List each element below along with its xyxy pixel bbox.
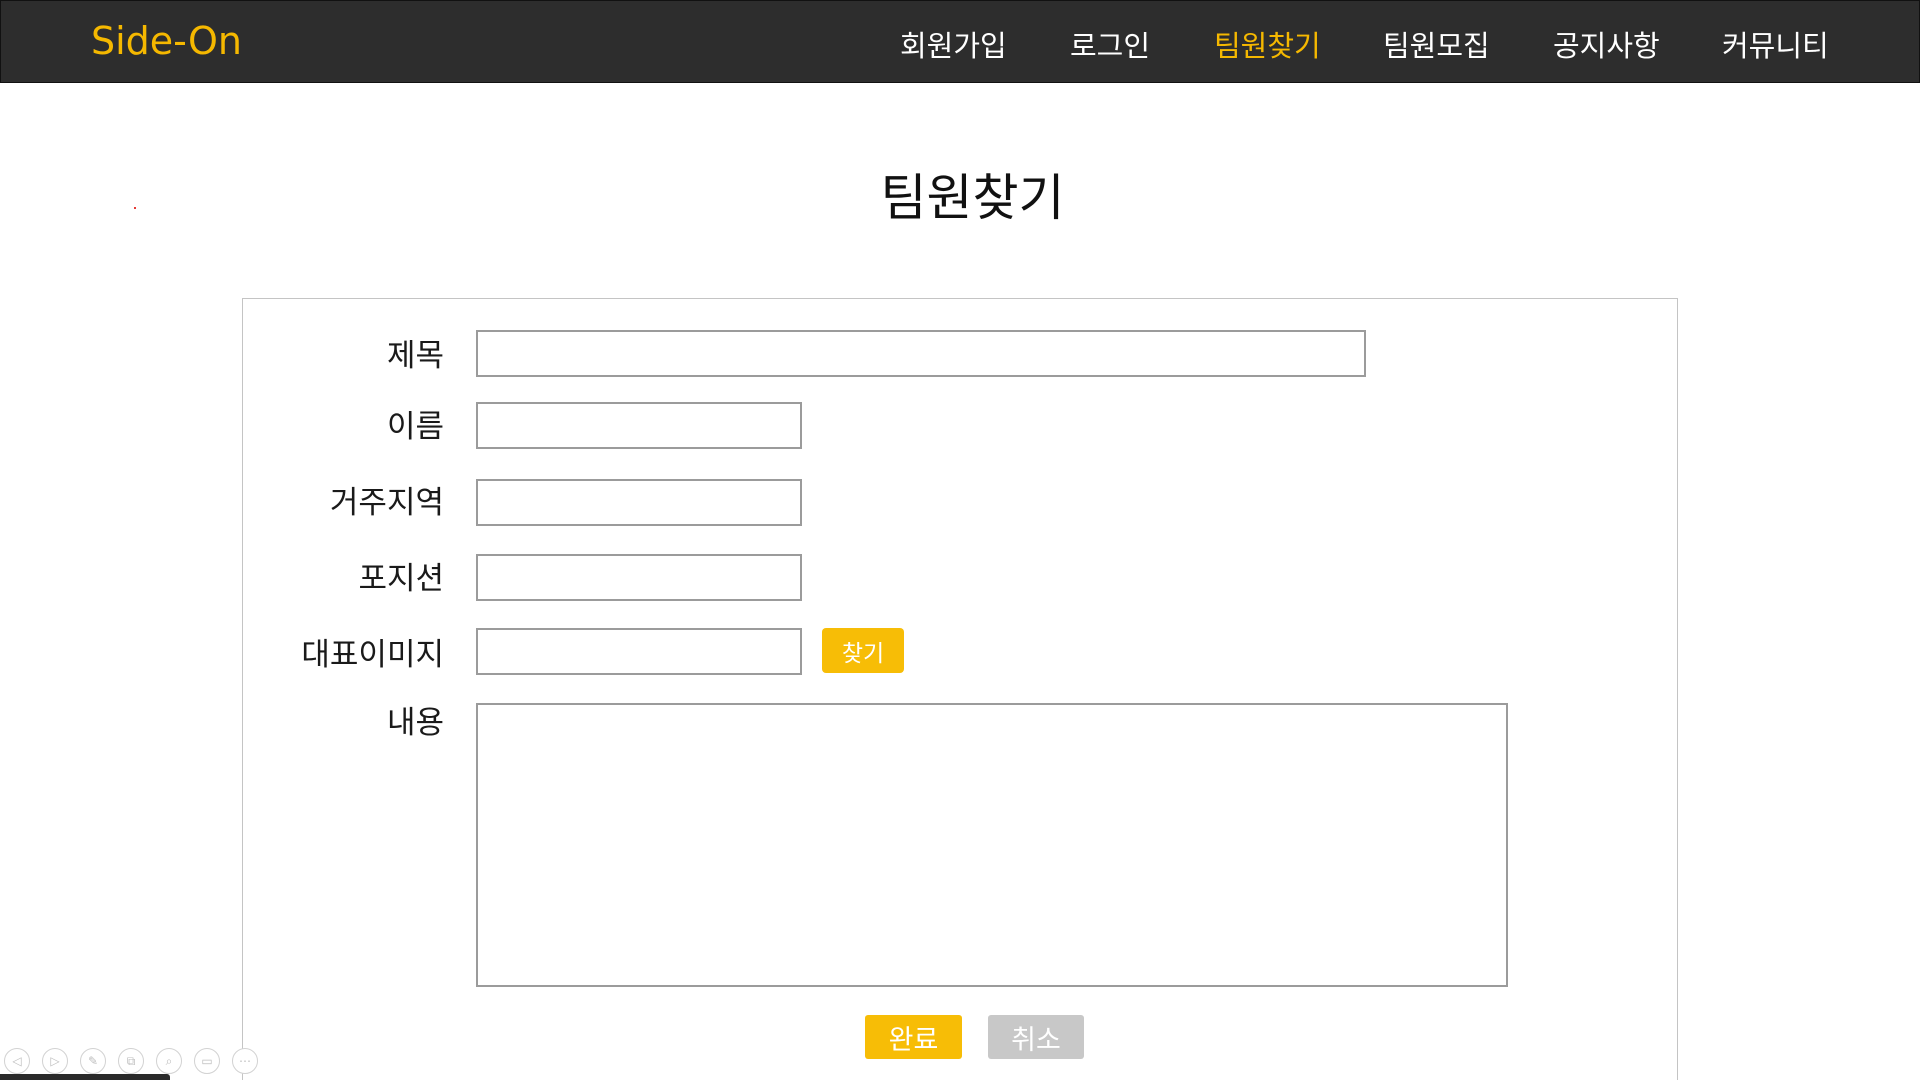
zoom-icon[interactable]: ⌕ <box>156 1048 182 1074</box>
prev-icon[interactable]: ◁ <box>4 1048 30 1074</box>
stray-dot <box>134 207 136 209</box>
nav-find-member[interactable]: 팀원찾기 <box>1214 23 1321 65</box>
name-label: 이름 <box>386 409 444 445</box>
nav-notice[interactable]: 공지사항 <box>1553 23 1660 65</box>
title-input[interactable] <box>476 330 1366 377</box>
find-image-button[interactable]: 찾기 <box>822 628 904 673</box>
region-label: 거주지역 <box>329 485 444 521</box>
pen-icon[interactable]: ✎ <box>80 1048 106 1074</box>
subtitle-icon[interactable]: ▭ <box>194 1048 220 1074</box>
submit-button[interactable]: 완료 <box>865 1015 962 1059</box>
name-input[interactable] <box>476 402 802 449</box>
next-icon[interactable]: ▷ <box>42 1048 68 1074</box>
page-title: 팀원찾기 <box>880 169 1065 227</box>
nav-recruit-member[interactable]: 팀원모집 <box>1383 23 1490 65</box>
brand-logo[interactable]: Side-On <box>91 19 242 63</box>
title-label: 제목 <box>386 338 444 374</box>
position-label: 포지션 <box>358 561 444 597</box>
content-textarea[interactable] <box>476 703 1508 987</box>
nav-signup[interactable]: 회원가입 <box>900 23 1007 65</box>
more-icon[interactable]: ⋯ <box>232 1048 258 1074</box>
region-input[interactable] <box>476 479 802 526</box>
nav-community[interactable]: 커뮤니티 <box>1722 23 1829 65</box>
content-label: 내용 <box>386 705 444 741</box>
top-navbar: Side-On 회원가입 로그인 팀원찾기 팀원모집 공지사항 커뮤니티 <box>0 0 1920 83</box>
nav-login[interactable]: 로그인 <box>1070 23 1150 65</box>
image-label: 대표이미지 <box>301 637 444 673</box>
pages-icon[interactable]: ⧉ <box>118 1048 144 1074</box>
image-path-input[interactable] <box>476 628 802 675</box>
position-input[interactable] <box>476 554 802 601</box>
cancel-button[interactable]: 취소 <box>988 1015 1084 1059</box>
progress-bar <box>0 1074 170 1080</box>
